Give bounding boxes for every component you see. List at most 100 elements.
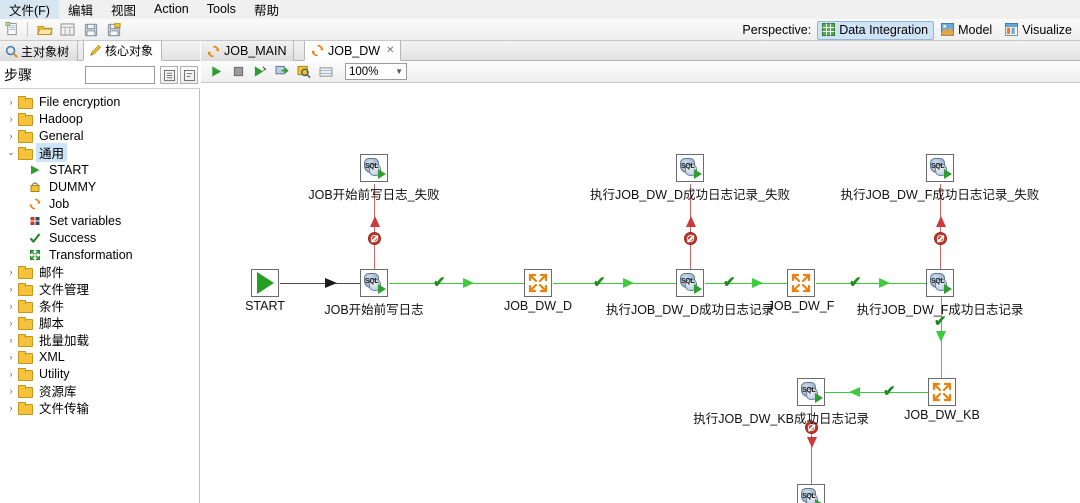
zoom-select[interactable]: 100% ▼ [345, 63, 407, 80]
node-log-f-box[interactable]: SQL [926, 269, 954, 297]
save-button[interactable] [80, 20, 101, 40]
tree-item-资源库[interactable]: › 资源库 [0, 382, 199, 399]
inspect-button[interactable] [293, 62, 315, 82]
node-log-kb[interactable]: SQL 执行JOB_DW_KB成功日志记录 [693, 378, 869, 426]
check-icon: ✔ [433, 274, 446, 291]
tree-item-general[interactable]: › General [0, 127, 199, 144]
node-log-f-failure[interactable]: SQL 执行JOB_DW_F成功日志记录_失败 [841, 154, 1039, 202]
node-job-dw-kb[interactable]: JOB_DW_KB [904, 378, 980, 422]
tree-item-xml[interactable]: › XML [0, 348, 199, 365]
menu-item-file[interactable]: 文件(F) [0, 0, 59, 21]
tab-job-main[interactable]: JOB_MAIN [201, 41, 294, 61]
tree-item-utility[interactable]: › Utility [0, 365, 199, 382]
menu-item-help[interactable]: 帮助 [245, 0, 288, 21]
tree-item-文件管理[interactable]: › 文件管理 [0, 280, 199, 297]
grid-view-button[interactable] [315, 62, 337, 82]
tree-item-job[interactable]: Job [0, 195, 199, 212]
menu-item-view[interactable]: 视图 [102, 0, 145, 21]
collapse-all-button[interactable] [180, 66, 198, 84]
menu-item-tools[interactable]: Tools [198, 1, 245, 18]
chevron-right-icon[interactable]: › [4, 301, 18, 311]
chevron-right-icon[interactable]: › [4, 114, 18, 124]
perspective-data-integration[interactable]: Data Integration [817, 20, 935, 40]
preview-button[interactable] [271, 62, 293, 82]
hop-job-dw-d-to-log-d[interactable] [553, 283, 676, 284]
tab-core-objects[interactable]: 核心对象 [83, 41, 163, 61]
tree-item-dummy[interactable]: DUMMY [0, 178, 199, 195]
hop-job-dw-kb-to-log-kb[interactable] [825, 392, 929, 393]
node-start[interactable]: START [245, 269, 285, 313]
debug-button[interactable] [249, 62, 271, 82]
node-job-dw-kb-box[interactable] [928, 378, 956, 406]
tree-item-set-variables[interactable]: Set variables [0, 212, 199, 229]
search-input[interactable] [85, 66, 155, 84]
chevron-right-icon[interactable]: › [4, 267, 18, 277]
chevron-right-icon[interactable]: › [4, 386, 18, 396]
node-log-kb-failure[interactable]: SQL 执行JOB_DW_KB成功日志记录_失败 [797, 484, 825, 503]
chevron-right-icon[interactable]: › [4, 352, 18, 362]
tree-item-邮件[interactable]: › 邮件 [0, 263, 199, 280]
node-job-dw-d-box[interactable] [524, 269, 552, 297]
tree-item-通用[interactable]: ⌄ 通用 [0, 143, 199, 162]
chevron-right-icon[interactable]: › [4, 335, 18, 345]
node-job-dw-d[interactable]: JOB_DW_D [504, 269, 572, 313]
pencil-icon [90, 44, 102, 56]
expand-all-button[interactable] [160, 66, 178, 84]
node-log-before-failure[interactable]: SQL JOB开始前写日志_失败 [308, 154, 440, 202]
chevron-right-icon[interactable]: › [4, 97, 18, 107]
new-file-button[interactable] [2, 20, 23, 40]
tree-item-hadoop[interactable]: › Hadoop [0, 110, 199, 127]
tree-item-脚本[interactable]: › 脚本 [0, 314, 199, 331]
hop-job-dw-f-to-log-f[interactable] [816, 283, 926, 284]
tree-item-file-encryption[interactable]: › File encryption [0, 93, 199, 110]
tab-main-object-tree[interactable]: 主对象树 [0, 41, 79, 61]
tab-job-dw-label: JOB_DW [328, 43, 381, 58]
chevron-right-icon[interactable]: › [4, 403, 18, 413]
node-log-f[interactable]: SQL 执行JOB_DW_F成功日志记录 [857, 269, 1023, 317]
hop-log-before-to-job-dw-d[interactable] [389, 283, 524, 284]
tree-item-条件[interactable]: › 条件 [0, 297, 199, 314]
tree-item-transformation[interactable]: Transformation [0, 246, 199, 263]
chevron-down-icon[interactable]: ⌄ [4, 147, 18, 158]
stop-button[interactable] [227, 62, 249, 82]
perspective-model[interactable]: Model [936, 21, 998, 40]
node-log-before[interactable]: SQL JOB开始前写日志 [324, 269, 424, 317]
perspective-visualize[interactable]: Visualize [1000, 21, 1078, 40]
inspect-icon [297, 65, 311, 78]
node-log-kb-failure-box[interactable]: SQL [797, 484, 825, 503]
hop-log-d-to-job-dw-f[interactable] [705, 283, 787, 284]
tab-job-dw[interactable]: JOB_DW ✕ [304, 41, 402, 61]
hop-start-to-log-before[interactable] [280, 283, 360, 284]
tree-item-label: Job [49, 196, 70, 211]
menu-item-edit[interactable]: 编辑 [59, 0, 102, 21]
menu-item-action[interactable]: Action [145, 1, 198, 18]
node-start-box[interactable] [251, 269, 279, 297]
node-job-dw-f-box[interactable] [787, 269, 815, 297]
node-log-before-failure-box[interactable]: SQL [360, 154, 388, 182]
save-as-button[interactable] [103, 20, 124, 40]
node-log-before-box[interactable]: SQL [360, 269, 388, 297]
job-icon [207, 45, 220, 57]
tree-item-文件传输[interactable]: › 文件传输 [0, 399, 199, 416]
explore-repository-button[interactable] [57, 20, 78, 40]
core-objects-tree[interactable]: › File encryption › Hadoop › General ⌄ 通用 START D… [0, 90, 199, 503]
toolbar-separator [27, 22, 28, 37]
node-log-d-box[interactable]: SQL [676, 269, 704, 297]
node-log-f-failure-box[interactable]: SQL [926, 154, 954, 182]
chevron-right-icon[interactable]: › [4, 318, 18, 328]
node-log-d[interactable]: SQL 执行JOB_DW_D成功日志记录 [606, 269, 774, 317]
node-log-d-failure-box[interactable]: SQL [676, 154, 704, 182]
tree-item-批量加载[interactable]: › 批量加载 [0, 331, 199, 348]
node-log-d-failure[interactable]: SQL 执行JOB_DW_D成功日志记录_失败 [590, 154, 790, 202]
open-file-button[interactable] [34, 20, 55, 40]
node-job-dw-f[interactable]: JOB_DW_F [768, 269, 834, 313]
tree-item-start[interactable]: START [0, 161, 199, 178]
chevron-right-icon[interactable]: › [4, 131, 18, 141]
node-log-kb-box[interactable]: SQL [797, 378, 825, 406]
close-icon[interactable]: ✕ [386, 45, 394, 56]
chevron-right-icon[interactable]: › [4, 369, 18, 379]
tree-item-success[interactable]: Success [0, 229, 199, 246]
job-canvas[interactable]: ✔ ✔ ✔ ✔ ✔ ✔ START SQL JOB开始前写日志_失败 SQL J… [201, 84, 1080, 503]
chevron-right-icon[interactable]: › [4, 284, 18, 294]
run-button[interactable] [205, 62, 227, 82]
